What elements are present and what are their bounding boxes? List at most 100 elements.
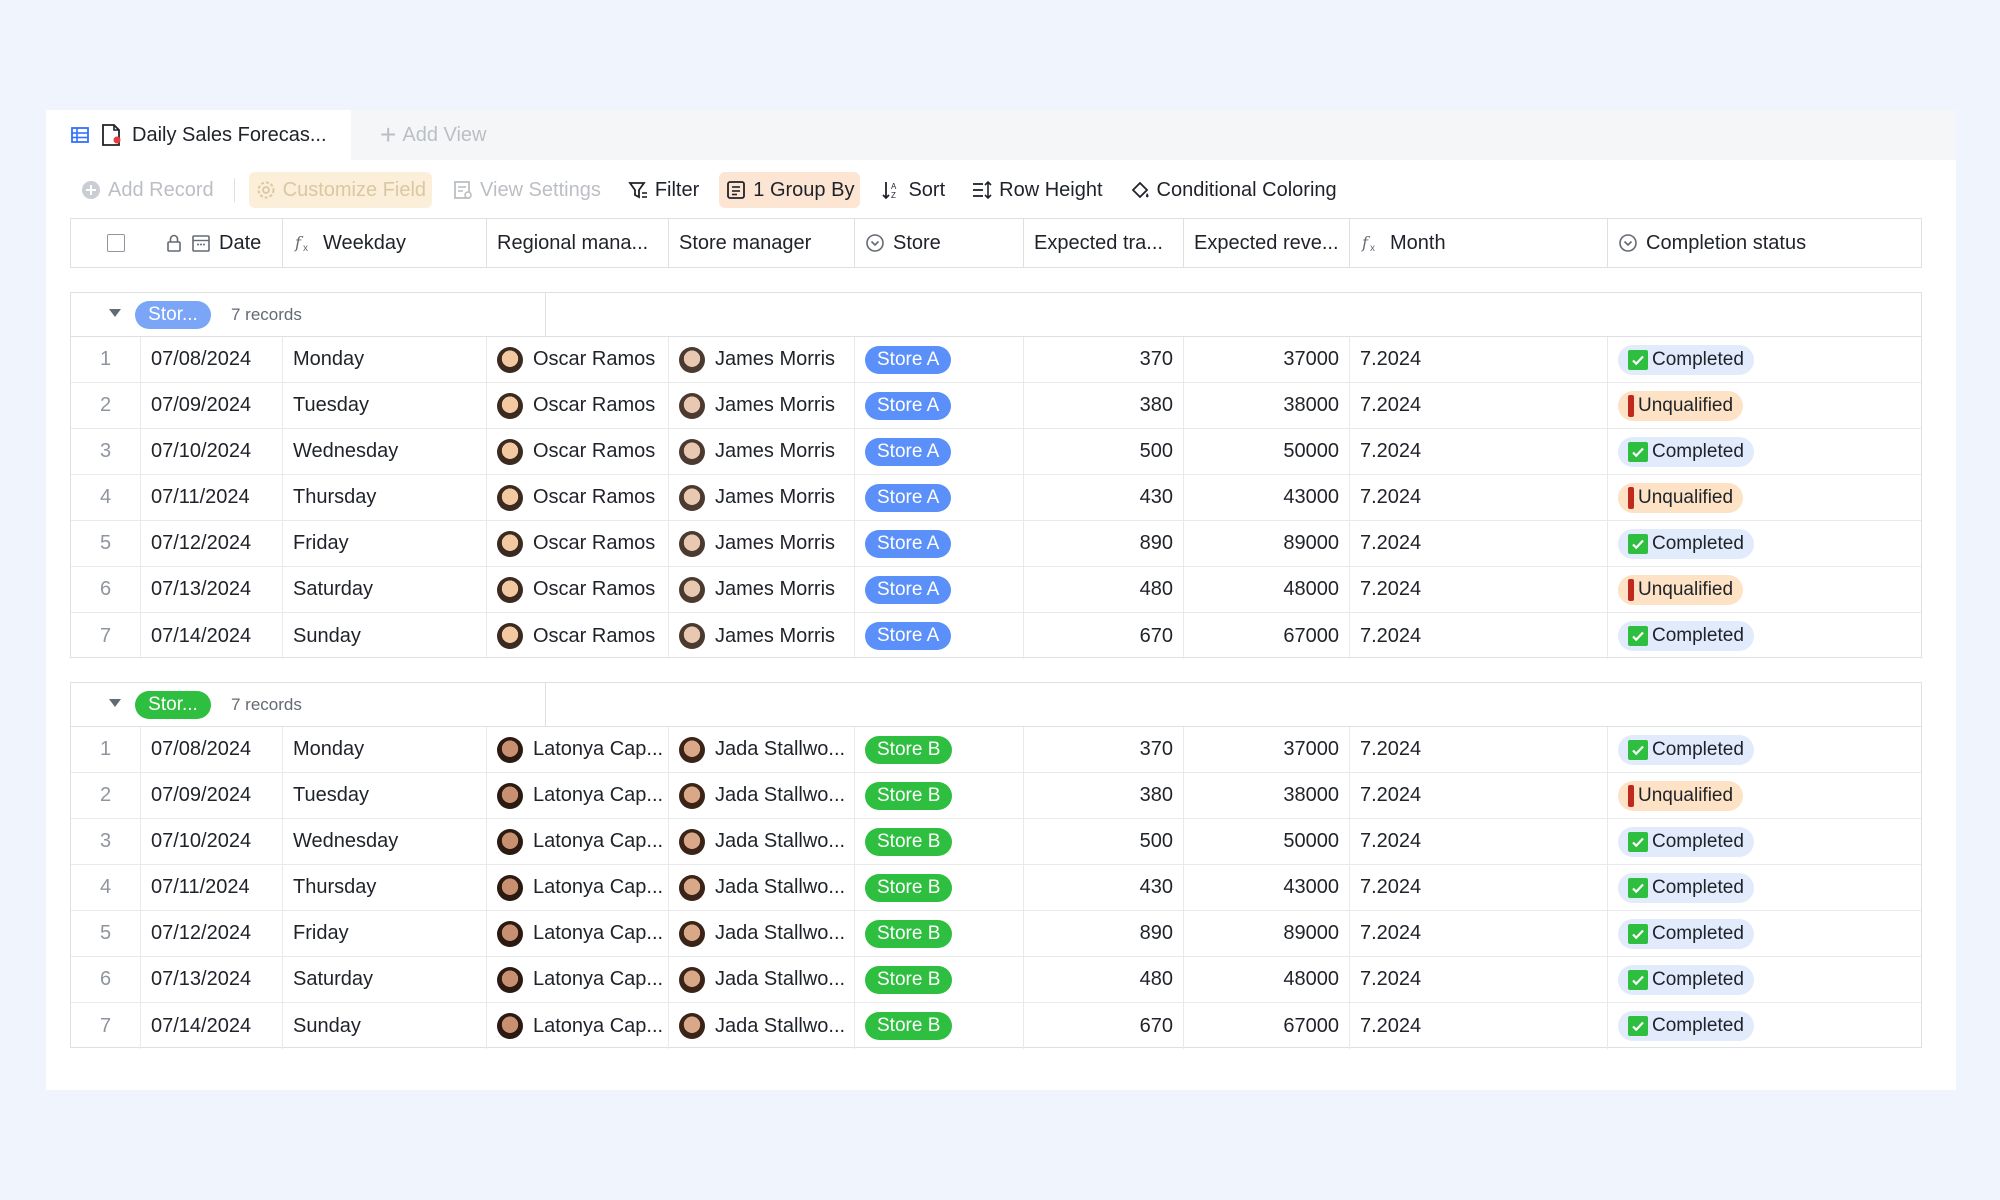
expected-revenue-cell[interactable]: 48000 <box>1184 957 1350 1002</box>
store-manager-cell[interactable]: Jada Stallwo... <box>669 865 855 910</box>
header-date[interactable]: Date <box>71 219 283 267</box>
table-row[interactable]: 5 07/12/2024 Friday Latonya Cap... Jada Stal… <box>71 911 1921 957</box>
weekday-cell[interactable]: Tuesday <box>283 773 487 818</box>
store-cell[interactable]: Store B <box>855 865 1024 910</box>
expected-revenue-cell[interactable]: 48000 <box>1184 567 1350 612</box>
date-cell[interactable]: 07/11/2024 <box>141 865 283 910</box>
store-manager-cell[interactable]: Jada Stallwo... <box>669 957 855 1002</box>
expected-traffic-cell[interactable]: 670 <box>1024 613 1184 659</box>
header-weekday[interactable]: fx Weekday <box>283 219 487 267</box>
row-number[interactable]: 3 <box>71 819 141 864</box>
store-cell[interactable]: Store A <box>855 521 1024 566</box>
header-store-manager[interactable]: Store manager <box>669 219 855 267</box>
row-number[interactable]: 3 <box>71 429 141 474</box>
expected-revenue-cell[interactable]: 37000 <box>1184 727 1350 772</box>
table-row[interactable]: 6 07/13/2024 Saturday Latonya Cap... Jada St… <box>71 957 1921 1003</box>
expected-revenue-cell[interactable]: 67000 <box>1184 613 1350 659</box>
date-cell[interactable]: 07/12/2024 <box>141 911 283 956</box>
date-cell[interactable]: 07/12/2024 <box>141 521 283 566</box>
store-cell[interactable]: Store A <box>855 567 1024 612</box>
regional-manager-cell[interactable]: Oscar Ramos <box>487 475 669 520</box>
store-manager-cell[interactable]: Jada Stallwo... <box>669 1003 855 1049</box>
store-manager-cell[interactable]: James Morris <box>669 429 855 474</box>
weekday-cell[interactable]: Saturday <box>283 957 487 1002</box>
regional-manager-cell[interactable]: Latonya Cap... <box>487 865 669 910</box>
expected-traffic-cell[interactable]: 380 <box>1024 773 1184 818</box>
header-regional-manager[interactable]: Regional mana... <box>487 219 669 267</box>
header-expected-traffic[interactable]: Expected tra... <box>1024 219 1184 267</box>
regional-manager-cell[interactable]: Oscar Ramos <box>487 521 669 566</box>
store-cell[interactable]: Store A <box>855 475 1024 520</box>
expected-revenue-cell[interactable]: 67000 <box>1184 1003 1350 1049</box>
completion-status-cell[interactable]: Completed <box>1608 957 1921 1002</box>
weekday-cell[interactable]: Monday <box>283 727 487 772</box>
group-header[interactable]: Stor... 7 records <box>71 683 1921 727</box>
store-manager-cell[interactable]: Jada Stallwo... <box>669 911 855 956</box>
month-cell[interactable]: 7.2024 <box>1350 1003 1608 1049</box>
expected-revenue-cell[interactable]: 38000 <box>1184 383 1350 428</box>
regional-manager-cell[interactable]: Latonya Cap... <box>487 911 669 956</box>
month-cell[interactable]: 7.2024 <box>1350 383 1608 428</box>
month-cell[interactable]: 7.2024 <box>1350 337 1608 382</box>
add-view-button[interactable]: + Add View <box>380 110 487 160</box>
store-cell[interactable]: Store B <box>855 819 1024 864</box>
completion-status-cell[interactable]: Completed <box>1608 819 1921 864</box>
completion-status-cell[interactable]: Completed <box>1608 429 1921 474</box>
table-row[interactable]: 4 07/11/2024 Thursday Latonya Cap... Jada St… <box>71 865 1921 911</box>
table-row[interactable]: 2 07/09/2024 Tuesday Latonya Cap... Jada Sta… <box>71 773 1921 819</box>
store-manager-cell[interactable]: Jada Stallwo... <box>669 819 855 864</box>
month-cell[interactable]: 7.2024 <box>1350 773 1608 818</box>
row-number[interactable]: 7 <box>71 613 141 659</box>
weekday-cell[interactable]: Sunday <box>283 613 487 659</box>
weekday-cell[interactable]: Wednesday <box>283 819 487 864</box>
expected-traffic-cell[interactable]: 670 <box>1024 1003 1184 1049</box>
conditional-coloring-button[interactable]: Conditional Coloring <box>1123 172 1343 208</box>
row-number[interactable]: 7 <box>71 1003 141 1049</box>
expected-traffic-cell[interactable]: 890 <box>1024 521 1184 566</box>
store-cell[interactable]: Store B <box>855 727 1024 772</box>
completion-status-cell[interactable]: Completed <box>1608 521 1921 566</box>
expected-revenue-cell[interactable]: 37000 <box>1184 337 1350 382</box>
store-manager-cell[interactable]: James Morris <box>669 337 855 382</box>
view-tab[interactable]: Daily Sales Forecas... <box>46 110 351 160</box>
table-row[interactable]: 2 07/09/2024 Tuesday Oscar Ramos James Morri… <box>71 383 1921 429</box>
header-expected-revenue[interactable]: Expected reve... <box>1184 219 1350 267</box>
collapse-caret-icon[interactable] <box>109 309 121 317</box>
store-manager-cell[interactable]: James Morris <box>669 567 855 612</box>
expected-traffic-cell[interactable]: 430 <box>1024 475 1184 520</box>
row-number[interactable]: 2 <box>71 773 141 818</box>
table-row[interactable]: 1 07/08/2024 Monday Latonya Cap... Jada Stal… <box>71 727 1921 773</box>
table-row[interactable]: 1 07/08/2024 Monday Oscar Ramos James Morris… <box>71 337 1921 383</box>
store-cell[interactable]: Store A <box>855 429 1024 474</box>
regional-manager-cell[interactable]: Latonya Cap... <box>487 957 669 1002</box>
date-cell[interactable]: 07/14/2024 <box>141 1003 283 1049</box>
date-cell[interactable]: 07/08/2024 <box>141 337 283 382</box>
view-settings-button[interactable]: View Settings <box>446 172 607 208</box>
row-number[interactable]: 1 <box>71 337 141 382</box>
completion-status-cell[interactable]: Completed <box>1608 911 1921 956</box>
store-manager-cell[interactable]: James Morris <box>669 475 855 520</box>
store-cell[interactable]: Store A <box>855 613 1024 659</box>
row-number[interactable]: 4 <box>71 475 141 520</box>
store-manager-cell[interactable]: James Morris <box>669 613 855 659</box>
regional-manager-cell[interactable]: Latonya Cap... <box>487 773 669 818</box>
store-cell[interactable]: Store A <box>855 383 1024 428</box>
store-manager-cell[interactable]: James Morris <box>669 521 855 566</box>
row-number[interactable]: 6 <box>71 957 141 1002</box>
regional-manager-cell[interactable]: Oscar Ramos <box>487 429 669 474</box>
expected-traffic-cell[interactable]: 500 <box>1024 819 1184 864</box>
table-row[interactable]: 3 07/10/2024 Wednesday Latonya Cap... Jada S… <box>71 819 1921 865</box>
expected-traffic-cell[interactable]: 890 <box>1024 911 1184 956</box>
expected-revenue-cell[interactable]: 43000 <box>1184 865 1350 910</box>
store-cell[interactable]: Store B <box>855 773 1024 818</box>
table-row[interactable]: 6 07/13/2024 Saturday Oscar Ramos James Morr… <box>71 567 1921 613</box>
date-cell[interactable]: 07/13/2024 <box>141 567 283 612</box>
row-number[interactable]: 1 <box>71 727 141 772</box>
store-cell[interactable]: Store B <box>855 957 1024 1002</box>
weekday-cell[interactable]: Friday <box>283 911 487 956</box>
weekday-cell[interactable]: Monday <box>283 337 487 382</box>
customize-field-button[interactable]: Customize Field <box>248 172 433 208</box>
regional-manager-cell[interactable]: Latonya Cap... <box>487 727 669 772</box>
store-manager-cell[interactable]: Jada Stallwo... <box>669 727 855 772</box>
row-number[interactable]: 5 <box>71 521 141 566</box>
